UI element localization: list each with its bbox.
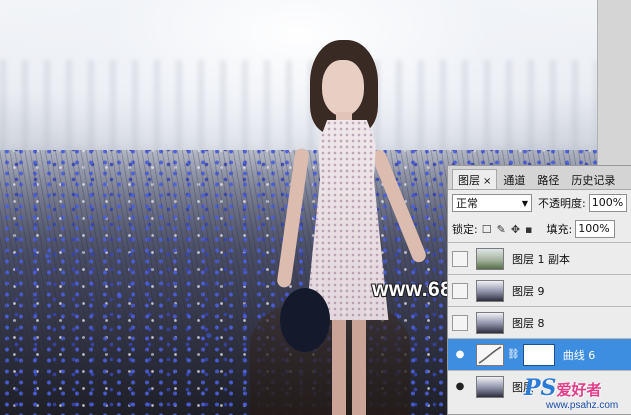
lock-transparent-icon[interactable]: ☐: [482, 223, 492, 236]
workspace-edge: [597, 0, 631, 165]
eye-icon[interactable]: ●: [452, 347, 468, 363]
tab-label: 图层: [458, 174, 480, 187]
lock-all-icon[interactable]: ▪: [525, 223, 532, 236]
opacity-label: 不透明度:: [538, 197, 586, 210]
blend-row: 正常 ▼ 不透明度: 100%: [448, 190, 631, 216]
logo-cn: 爱好者: [556, 381, 602, 399]
lock-icons: ☐ ✎ ✥ ▪: [482, 223, 533, 236]
eye-icon[interactable]: ●: [452, 379, 468, 395]
layer-name: 图层 9: [512, 284, 545, 298]
layer-name: 曲线 6: [562, 348, 596, 362]
layer-row-selected[interactable]: ● ⛓ 曲线 6: [448, 338, 631, 370]
site-logo: PS爱好者: [524, 375, 601, 401]
fill-label: 填充:: [546, 223, 573, 236]
fill-field[interactable]: 100%: [575, 220, 616, 238]
straw-hat: [280, 288, 330, 352]
left-arm: [276, 147, 310, 289]
blend-mode-value: 正常: [456, 197, 478, 210]
left-leg: [332, 318, 346, 415]
lock-row: 锁定: ☐ ✎ ✥ ▪ 填充: 100%: [448, 216, 631, 242]
visibility-toggle[interactable]: [452, 282, 468, 299]
link-icon[interactable]: ⛓: [507, 349, 520, 360]
layer-row[interactable]: 图层 8: [448, 306, 631, 338]
tab-paths[interactable]: 路径: [531, 169, 565, 189]
close-icon[interactable]: ×: [483, 176, 491, 187]
panel-tabs: 图层 × 通道 路径 历史记录: [448, 166, 631, 190]
opacity-field[interactable]: 100%: [588, 194, 627, 212]
layer-thumbnail: [476, 279, 504, 302]
logo-url: www.psahz.com: [546, 400, 619, 411]
visibility-toggle[interactable]: [452, 250, 468, 267]
right-leg: [352, 318, 366, 415]
lock-label: 锁定:: [452, 223, 478, 236]
layer-name: 图层 8: [512, 316, 545, 330]
layer-row[interactable]: 图层 9: [448, 274, 631, 306]
layer-thumbnail: [476, 247, 504, 270]
layer-thumbnail: [476, 311, 504, 334]
tab-history[interactable]: 历史记录: [565, 169, 621, 189]
tab-channels[interactable]: 通道: [497, 169, 531, 189]
chevron-down-icon: ▼: [521, 198, 529, 208]
layer-row[interactable]: 图层 1 副本: [448, 242, 631, 274]
visibility-toggle[interactable]: [452, 314, 468, 331]
face: [322, 60, 364, 116]
layer-thumbnail: [476, 375, 504, 398]
layer-name: 图层 1 副本: [512, 252, 570, 266]
blend-mode-select[interactable]: 正常 ▼: [452, 194, 533, 212]
tab-layers[interactable]: 图层 ×: [452, 169, 498, 189]
lock-move-icon[interactable]: ✥: [511, 223, 520, 236]
layer-mask-thumbnail[interactable]: [522, 343, 555, 366]
logo-ps: PS: [524, 375, 557, 401]
girl-figure: [270, 38, 428, 415]
curves-adjustment-icon: [476, 343, 504, 366]
lock-paint-icon[interactable]: ✎: [497, 223, 506, 236]
